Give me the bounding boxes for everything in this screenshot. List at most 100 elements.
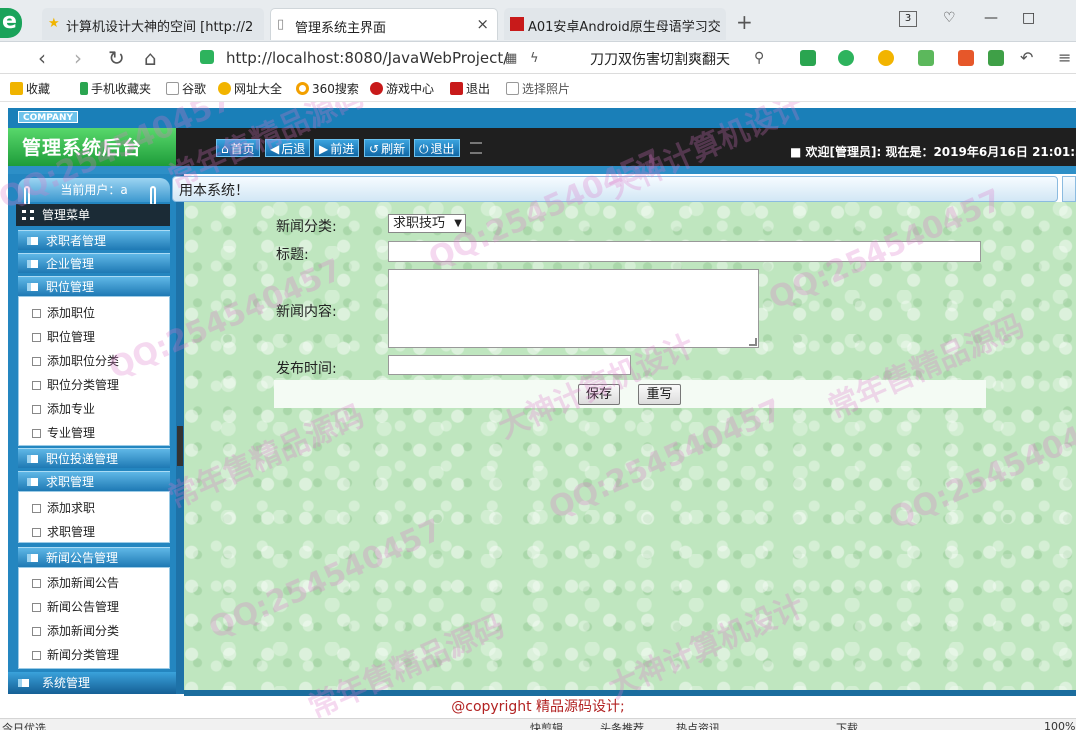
power-icon: ⏻ [419,142,429,156]
sidebar-group-company[interactable]: 企业管理 [18,253,170,273]
qr-code-icon[interactable]: ▦ [505,51,517,66]
status-download[interactable]: 下载 [836,720,858,730]
sidebar-group-jobseeker[interactable]: 求职者管理 [18,230,170,250]
home-icon[interactable]: ⌂ [144,46,157,70]
logout-button[interactable]: ⏻ 退出 [414,139,460,157]
star-icon: ★ [48,16,60,31]
sidebar-item-add-news-category[interactable]: 添加新闻分类 [32,622,119,639]
sidebar-splitter[interactable] [176,174,184,694]
sidebar-item-add-news[interactable]: 添加新闻公告 [32,574,119,591]
item-icon [32,357,41,366]
shirt-icon[interactable]: ♡ [943,10,956,26]
favorites-bar: 收藏 手机收藏夹 谷歌 网址大全 360搜索 游戏中心 退出 选择照片 [0,74,1076,102]
undo-icon[interactable]: ↶ [1020,48,1033,67]
favorites-exit[interactable]: 退出 [450,80,490,97]
status-zoom[interactable]: 100% [1044,720,1075,730]
favorites-google[interactable]: 谷歌 [166,80,206,97]
sidebar-group-delivery[interactable]: 职位投递管理 [18,448,170,468]
browser-tab-3[interactable]: A01安卓Android原生母语学习交 [504,8,726,40]
notice-bar-end [1062,176,1076,202]
game-icon [370,82,383,95]
close-tab-icon[interactable]: × [476,15,489,33]
sidebar-item-jobhunt-manage[interactable]: 求职管理 [32,523,95,540]
forward-button[interactable]: ▶ 前进 [314,139,360,157]
folder-icon [27,554,38,562]
grid-icon [22,210,34,220]
security-shield-icon [200,50,214,64]
reload-icon[interactable]: ↻ [108,46,125,70]
save-button[interactable]: 保存 [578,384,620,405]
sidebar-group-news[interactable]: 新闻公告管理 [18,547,170,567]
new-tab-button[interactable]: + [736,10,753,34]
document-icon [506,82,519,95]
favorites-collect[interactable]: 收藏 [10,80,50,97]
news-content-label: 新闻内容: [276,304,337,320]
sidebar-item-position-manage[interactable]: 职位管理 [32,328,95,345]
sidebar-system-manage[interactable]: 系统管理 [8,672,176,694]
favorites-sites[interactable]: 网址大全 [218,80,282,97]
sidebar-item-add-major[interactable]: 添加专业 [32,400,95,417]
menu-icon[interactable]: ≡ [1058,48,1071,67]
system-title: 管理系统后台 [8,128,176,166]
news-category-select[interactable]: 求职技巧 ▼ [388,214,466,233]
forward-arrow-icon[interactable]: › [74,46,82,70]
tab-count-badge[interactable]: 3 [899,11,917,27]
folder-icon [27,478,38,486]
translate-icon[interactable] [838,50,854,66]
coupon-icon[interactable] [878,50,894,66]
emoji-icon[interactable] [918,50,934,66]
item-icon [32,405,41,414]
notice-bar: 用本系统！ [172,176,1058,202]
sidebar-item-major-manage[interactable]: 专业管理 [32,424,95,441]
lightning-icon[interactable]: ϟ [530,51,539,66]
back-button[interactable]: ◀ 后退 [265,139,311,157]
minimize-icon[interactable]: — [984,10,998,26]
favorites-photos[interactable]: 选择照片 [506,80,570,97]
item-icon [32,528,41,537]
sidebar-group-jobhunt[interactable]: 求职管理 [18,471,170,491]
sidebar-item-position-category-manage[interactable]: 职位分类管理 [32,376,119,393]
browser-tab-2[interactable]: ▯ 管理系统主界面 × [270,8,498,40]
battery-icon[interactable] [988,50,1004,66]
status-today[interactable]: 今日优选 [2,720,46,730]
status-headline[interactable]: 头条推荐 [600,720,644,730]
back-arrow-icon[interactable]: ‹ [38,46,46,70]
search-icon[interactable]: ⚲ [754,50,764,66]
sidebar-group-position[interactable]: 职位管理 [18,276,170,296]
url-input[interactable]: http://localhost:8080/JavaWebProject/ [226,49,508,67]
publish-time-label: 发布时间: [276,361,337,377]
status-quick-edit[interactable]: 快剪辑 [530,720,563,730]
item-icon [32,504,41,513]
apps-icon[interactable] [958,50,974,66]
star-icon [10,82,23,95]
globe-icon [218,82,231,95]
status-hot-news[interactable]: 热点资讯 [676,720,720,730]
sidebar-item-news-manage[interactable]: 新闻公告管理 [32,598,119,615]
resize-handle-icon[interactable] [749,338,757,346]
search-input[interactable]: 刀刀双伤害切割爽翻天 [590,49,730,69]
arrow-right-icon: ▶ [319,142,329,156]
sidebar-item-add-jobhunt[interactable]: 添加求职 [32,499,95,516]
folder-icon [27,455,38,463]
collapse-handle-icon[interactable] [177,426,183,466]
home-button[interactable]: ⌂ 首页 [216,139,260,157]
reset-button[interactable]: 重写 [638,384,681,405]
maximize-icon[interactable]: □ [1022,10,1035,26]
favorites-mobile[interactable]: 手机收藏夹 [80,80,151,97]
scissors-icon[interactable] [800,50,816,66]
arrow-left-icon: ◀ [270,142,280,156]
item-icon [32,429,41,438]
title-input[interactable] [388,241,981,262]
news-content-textarea[interactable] [388,269,759,348]
sidebar-item-add-position-category[interactable]: 添加职位分类 [32,352,119,369]
company-badge: COMPANY [18,111,78,123]
tab-label: 管理系统主界面 [295,21,387,36]
refresh-button[interactable]: ↺ 刷新 [364,139,411,157]
sidebar-item-add-position[interactable]: 添加职位 [32,304,95,321]
browser-tab-1[interactable]: ★ 计算机设计大神的空间 [http://2 [42,8,264,40]
favorites-360[interactable]: 360搜索 [296,80,359,97]
sidebar-item-news-category-manage[interactable]: 新闻分类管理 [32,646,119,663]
hook-icon [150,186,156,206]
favorites-games[interactable]: 游戏中心 [370,80,434,97]
publish-time-input[interactable] [388,355,631,375]
